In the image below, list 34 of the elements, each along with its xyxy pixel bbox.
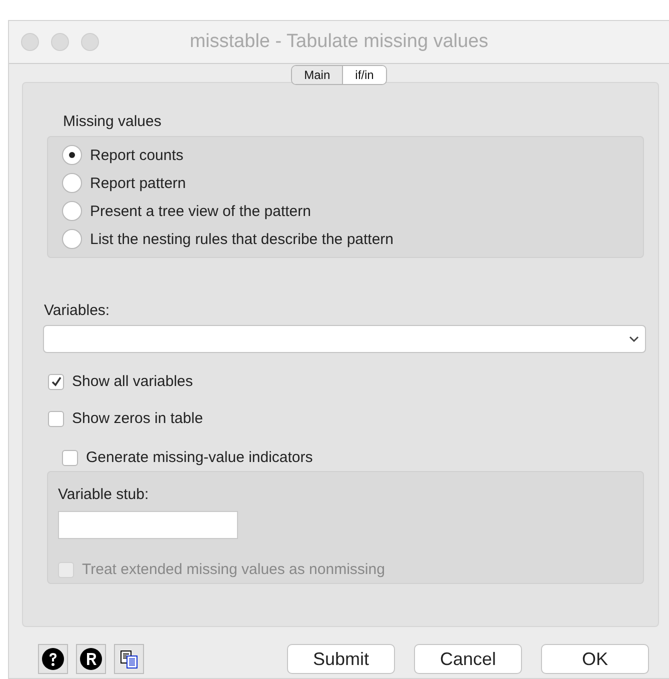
circled-r-icon [79,647,103,671]
help-icon [41,647,65,671]
checkbox-label: Treat extended missing values as nonmissing [82,561,385,578]
window-control-icon[interactable] [51,33,69,51]
radio-button[interactable] [62,201,82,221]
copy-button[interactable] [114,644,144,674]
window-control-icon[interactable] [81,33,99,51]
radio-label: List the nesting rules that describe the pattern [90,230,394,248]
help-button[interactable] [38,644,68,674]
variables-field[interactable] [43,325,646,353]
radio-button[interactable] [62,145,82,165]
dialog-button[interactable]: Submit [287,644,395,674]
checkbox[interactable] [62,450,78,466]
checkbox-label: Show zeros in table [72,410,203,427]
radio-label: Present a tree view of the pattern [90,202,311,220]
checkbox[interactable] [48,410,64,426]
radio-button[interactable] [62,173,82,193]
reset-button[interactable] [76,644,106,674]
field-label: Variables: [44,302,110,319]
radio-label: Report counts [90,146,184,164]
window-control-icon[interactable] [21,33,39,51]
dialog-button[interactable]: OK [541,644,649,674]
checkbox-label: Generate missing-value indicators [86,449,313,466]
copy-icon [119,649,139,669]
window-title: misstable - Tabulate missing values [190,31,488,52]
radio-button[interactable] [62,229,82,249]
field-label: Variable stub: [58,486,149,503]
dialog-button[interactable]: Cancel [414,644,522,674]
tab[interactable]: Main [292,66,344,84]
group-title: Missing values [63,113,162,130]
checkbox[interactable] [48,374,64,390]
radio-label: Report pattern [90,174,186,192]
checkbox-label: Show all variables [72,373,193,390]
input-field[interactable] [58,511,238,539]
